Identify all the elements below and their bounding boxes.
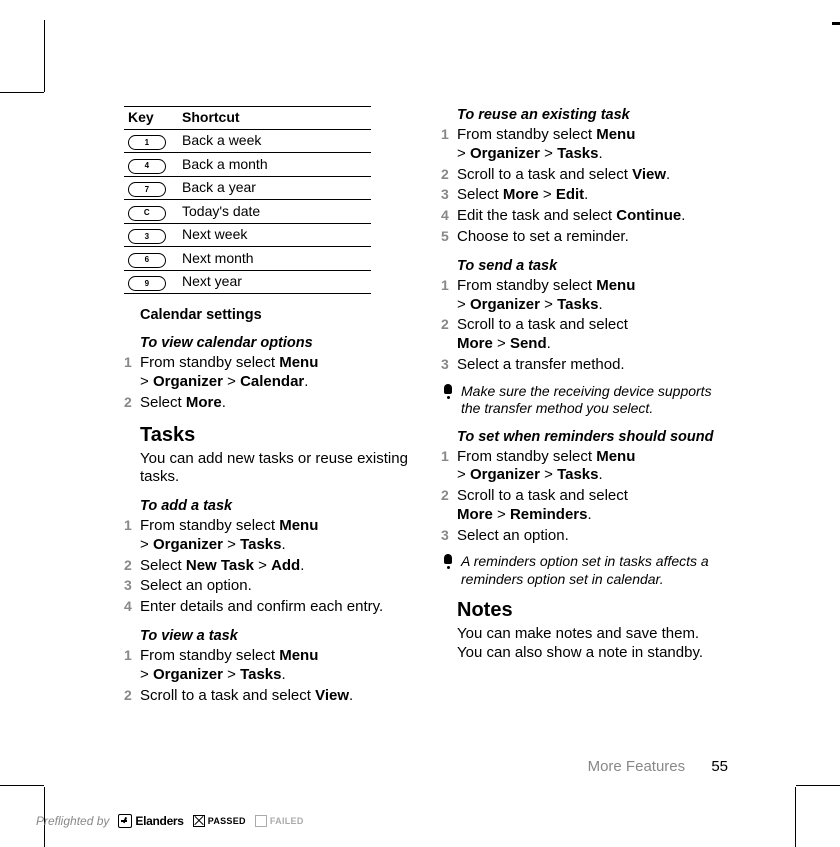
notes-desc: You can make notes and save them. You ca…	[457, 625, 728, 663]
shortcut-cell: Next year	[178, 270, 371, 294]
heading-reminders-sound: To set when reminders should sound	[457, 428, 728, 446]
page-number: 55	[711, 758, 728, 775]
note-transfer: Make sure the receiving device supports …	[441, 383, 728, 418]
list-item: 1From standby select Menu > Organizer > …	[140, 354, 411, 392]
list-item: 3Select a transfer method.	[457, 356, 728, 375]
manual-page: KeyShortcut 1 Back a week 4 Back a month 7…	[0, 0, 840, 840]
key-icon: 9	[128, 276, 166, 291]
shortcut-cell: Back a week	[178, 129, 371, 153]
key-icon: 7	[128, 182, 166, 197]
crop-mark	[832, 22, 840, 25]
preflight-footer: Preflighted by Elanders PASSED FAILED	[36, 814, 304, 828]
elanders-logo-icon	[118, 814, 132, 828]
info-icon	[441, 554, 455, 588]
table-header-row: KeyShortcut	[124, 107, 371, 130]
list-item: 4Edit the task and select Continue.	[457, 207, 728, 226]
table-row: 4 Back a month	[124, 153, 371, 177]
heading-notes: Notes	[457, 598, 728, 623]
table-row: C Today's date	[124, 200, 371, 224]
heading-view-task: To view a task	[140, 627, 411, 645]
key-icon: 3	[128, 229, 166, 244]
passed-badge: PASSED	[193, 815, 246, 827]
ol-send-task: 1From standby select Menu > Organizer > …	[441, 277, 728, 375]
th-key: Key	[124, 107, 178, 130]
crop-mark	[795, 787, 796, 847]
section-name: More Features	[588, 758, 686, 775]
list-item: 3Select an option.	[457, 527, 728, 546]
shortcut-cell: Today's date	[178, 200, 371, 224]
right-column: To reuse an existing task 1From standby …	[441, 106, 728, 709]
th-shortcut: Shortcut	[178, 107, 371, 130]
preflight-label: Preflighted by	[36, 814, 109, 828]
ol-add-task: 1From standby select Menu > Organizer > …	[124, 517, 411, 617]
key-icon: 6	[128, 253, 166, 268]
key-icon: 4	[128, 159, 166, 174]
ol-reuse-task: 1From standby select Menu > Organizer > …	[441, 126, 728, 247]
crop-mark	[44, 20, 45, 92]
list-item: 2Select New Task > Add.	[140, 557, 411, 576]
list-item: 2Scroll to a task and select View.	[457, 166, 728, 185]
heading-reuse-task: To reuse an existing task	[457, 106, 728, 124]
table-row: 3 Next week	[124, 223, 371, 247]
list-item: 4Enter details and confirm each entry.	[140, 598, 411, 617]
table-row: 6 Next month	[124, 247, 371, 271]
failed-box-icon	[255, 815, 267, 827]
shortcut-cell: Next week	[178, 223, 371, 247]
failed-badge: FAILED	[255, 815, 304, 827]
list-item: 1From standby select Menu > Organizer > …	[457, 277, 728, 315]
list-item: 1From standby select Menu > Organizer > …	[457, 448, 728, 486]
heading-add-task: To add a task	[140, 497, 411, 515]
list-item: 1From standby select Menu > Organizer > …	[140, 647, 411, 685]
note-text: Make sure the receiving device supports …	[461, 383, 728, 418]
note-text: A reminders option set in tasks affects …	[461, 553, 728, 588]
list-item: 3Select More > Edit.	[457, 186, 728, 205]
heading-calendar-settings: Calendar settings	[140, 306, 411, 324]
list-item: 2Scroll to a task and select More > Send…	[457, 316, 728, 354]
ol-view-calendar: 1From standby select Menu > Organizer > …	[124, 354, 411, 412]
shortcut-cell: Next month	[178, 247, 371, 271]
list-item: 2Scroll to a task and select More > Remi…	[457, 487, 728, 525]
info-icon	[441, 384, 455, 418]
list-item: 5Choose to set a reminder.	[457, 228, 728, 247]
heading-send-task: To send a task	[457, 257, 728, 275]
note-reminders: A reminders option set in tasks affects …	[441, 553, 728, 588]
key-icon: C	[128, 206, 166, 221]
list-item: 1From standby select Menu > Organizer > …	[457, 126, 728, 164]
page-footer: More Features 55	[588, 758, 728, 775]
list-item: 2Select More.	[140, 394, 411, 413]
list-item: 3Select an option.	[140, 577, 411, 596]
list-item: 1From standby select Menu > Organizer > …	[140, 517, 411, 555]
passed-box-icon	[193, 815, 205, 827]
table-row: 1 Back a week	[124, 129, 371, 153]
crop-mark	[0, 92, 44, 93]
table-row: 7 Back a year	[124, 176, 371, 200]
tasks-desc: You can add new tasks or reuse existing …	[140, 450, 411, 488]
shortcut-cell: Back a year	[178, 176, 371, 200]
ol-reminders: 1From standby select Menu > Organizer > …	[441, 448, 728, 546]
heading-view-calendar-options: To view calendar options	[140, 334, 411, 352]
table-row: 9 Next year	[124, 270, 371, 294]
crop-mark	[796, 785, 840, 786]
shortcut-cell: Back a month	[178, 153, 371, 177]
left-column: KeyShortcut 1 Back a week 4 Back a month 7…	[124, 106, 411, 709]
crop-mark	[0, 785, 44, 786]
content-columns: KeyShortcut 1 Back a week 4 Back a month 7…	[124, 106, 728, 709]
list-item: 2Scroll to a task and select View.	[140, 687, 411, 706]
ol-view-task: 1From standby select Menu > Organizer > …	[124, 647, 411, 705]
heading-tasks: Tasks	[140, 423, 411, 448]
elanders-logo: Elanders	[118, 814, 183, 828]
shortcut-table: KeyShortcut 1 Back a week 4 Back a month 7…	[124, 106, 371, 294]
key-icon: 1	[128, 135, 166, 150]
